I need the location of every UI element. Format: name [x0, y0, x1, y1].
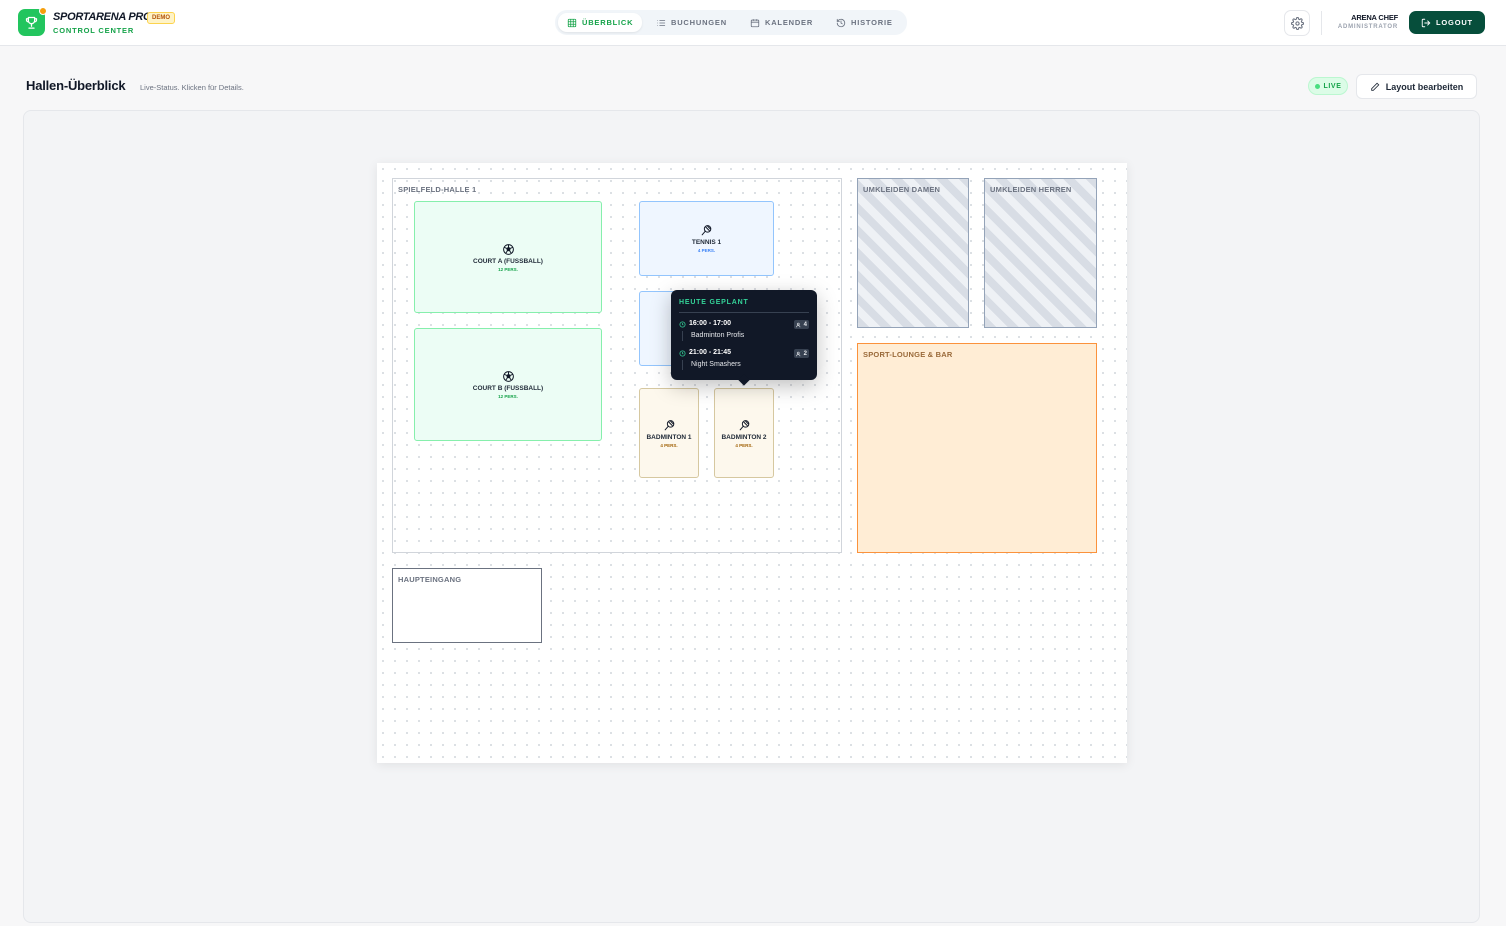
court-b[interactable]: COURT B (FUSSBALL) 12 PERS. [414, 328, 602, 441]
live-dot-icon [1314, 83, 1320, 89]
zone-sport-lounge[interactable]: SPORT-LOUNGE & BAR [857, 343, 1097, 553]
zone-umkleiden-damen[interactable]: UMKLEIDEN DAMEN [857, 178, 969, 328]
court-name: COURT A (FUSSBALL) [473, 257, 543, 265]
users-icon [795, 351, 800, 356]
top-bar: SPORTARENA PRO DEMO CONTROL CENTER ÜBERB… [0, 0, 1506, 46]
history-icon [836, 18, 846, 27]
demo-badge: DEMO [147, 12, 175, 24]
court-capacity: 4 PERS. [660, 442, 678, 448]
brand-name: SPORTARENA PRO [53, 11, 152, 23]
zone-label: UMKLEIDEN HERREN [990, 185, 1072, 194]
gear-icon [1290, 16, 1304, 30]
person-count: 4 [803, 321, 807, 328]
court-name: TENNIS 1 [691, 239, 722, 246]
tab-historie[interactable]: HISTORIE [827, 13, 902, 32]
person-count: 2 [803, 350, 807, 357]
user-role: ADMINISTRATOR [1337, 24, 1398, 30]
live-label: LIVE [1323, 82, 1342, 90]
grid-icon [567, 18, 577, 27]
court-name: BADMINTON 1 [646, 433, 692, 441]
pencil-icon [1370, 82, 1380, 91]
court-a[interactable]: COURT A (FUSSBALL) 12 PERS. [414, 201, 602, 313]
booking-row: 16:00 - 17:00 Badminton Profis 4 [679, 320, 809, 344]
clock-icon [679, 321, 686, 328]
tab-buchungen[interactable]: BUCHUNGEN [647, 13, 736, 32]
clock-icon [679, 350, 686, 357]
tooltip-title: HEUTE GEPLANT [679, 299, 749, 306]
racket-icon [739, 419, 749, 430]
logout-label: LOGOUT [1436, 18, 1473, 27]
page-subtitle: Live-Status. Klicken für Details. [140, 83, 244, 92]
soccer-ball-icon [502, 371, 514, 382]
court-capacity: 4 PERS. [697, 248, 716, 253]
court-capacity: 4 PERS. [735, 442, 753, 448]
calendar-icon [750, 18, 760, 27]
live-badge: LIVE [1308, 77, 1348, 95]
list-icon [657, 19, 666, 26]
booking-team: Night Smashers [691, 361, 741, 368]
racket-icon [664, 419, 674, 430]
tab-label: KALENDER [765, 18, 814, 27]
logout-icon [1421, 18, 1431, 27]
court-badminton-1[interactable]: BADMINTON 1 4 PERS. [639, 388, 699, 478]
person-count-badge: 2 [793, 349, 809, 358]
zone-umkleiden-herren[interactable]: UMKLEIDEN HERREN [984, 178, 1097, 328]
notification-dot [39, 7, 47, 15]
person-count-badge: 4 [793, 320, 809, 329]
page-title: Hallen-Überblick [26, 78, 126, 93]
court-capacity: 12 PERS. [498, 266, 518, 272]
edit-layout-label: Layout bearbeiten [1385, 81, 1464, 92]
zone-haupteingang[interactable]: HAUPTEINGANG [392, 568, 542, 643]
zone-label: HAUPTEINGANG [398, 575, 462, 584]
main-nav: ÜBERBLICK BUCHUNGEN KALENDER HISTORIE [555, 10, 907, 35]
users-icon [795, 322, 800, 327]
court-tennis-1[interactable]: TENNIS 1 4 PERS. [639, 201, 774, 276]
header-divider [1321, 11, 1322, 35]
tab-ueberblick[interactable]: ÜBERBLICK [558, 13, 643, 32]
settings-button[interactable] [1284, 10, 1310, 36]
timeline-line [682, 360, 683, 370]
edit-layout-button[interactable]: Layout bearbeiten [1356, 74, 1477, 99]
booking-team: Badminton Profis [691, 332, 745, 339]
court-capacity: 12 PERS. [498, 394, 518, 399]
booking-tooltip: HEUTE GEPLANT 16:00 - 17:00 Badminton Pr… [671, 290, 817, 380]
booking-row: 21:00 - 21:45 Night Smashers 2 [679, 349, 809, 373]
zone-label: UMKLEIDEN DAMEN [863, 185, 941, 194]
court-name: COURT B (FUSSBALL) [472, 385, 544, 392]
tooltip-divider [679, 312, 809, 313]
booking-time: 21:00 - 21:45 [689, 349, 732, 356]
soccer-ball-icon [502, 243, 514, 255]
tab-label: HISTORIE [851, 18, 893, 27]
logout-button[interactable]: LOGOUT [1409, 11, 1485, 34]
court-name: BADMINTON 2 [721, 433, 767, 441]
user-name: ARENA CHEF [1351, 13, 1398, 22]
tab-kalender[interactable]: KALENDER [741, 13, 822, 32]
tab-label: ÜBERBLICK [582, 18, 634, 27]
floorplan-board: SPIELFELD-HALLE 1 COURT A (FUSSBALL) 12 … [377, 163, 1127, 763]
brand-subtitle: CONTROL CENTER [53, 26, 135, 35]
racket-icon [701, 225, 712, 236]
court-badminton-2[interactable]: BADMINTON 2 4 PERS. [714, 388, 774, 478]
tab-label: BUCHUNGEN [671, 18, 727, 27]
zone-label: SPIELFELD-HALLE 1 [398, 185, 477, 194]
timeline-line [682, 331, 683, 341]
zone-label: SPORT-LOUNGE & BAR [863, 350, 953, 359]
booking-time: 16:00 - 17:00 [689, 320, 732, 327]
